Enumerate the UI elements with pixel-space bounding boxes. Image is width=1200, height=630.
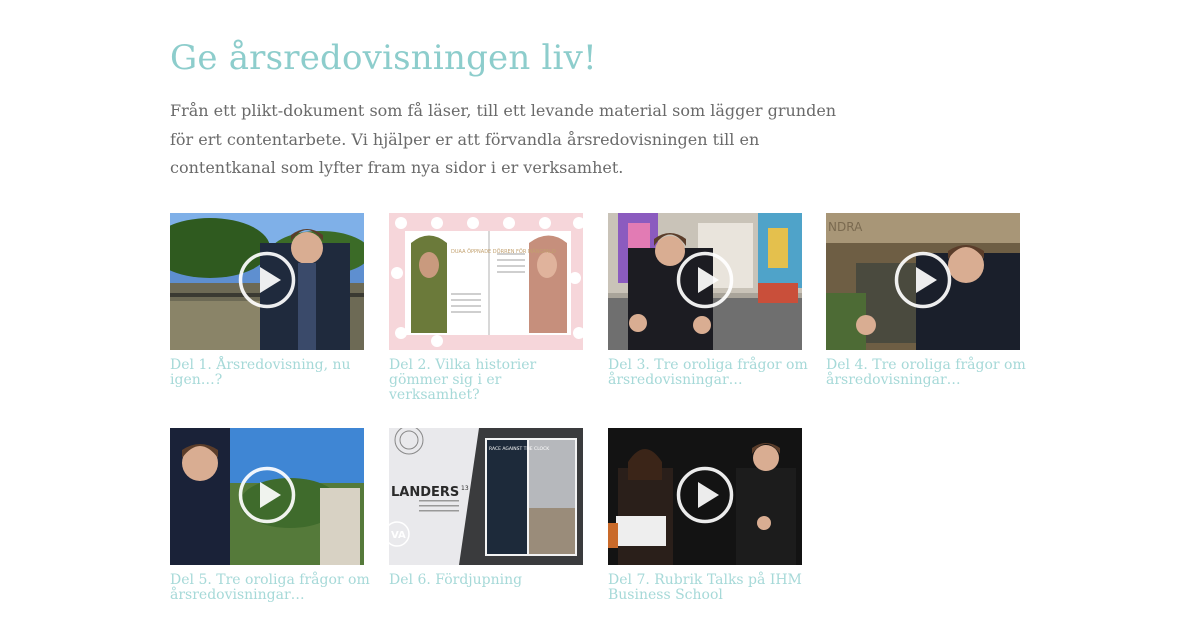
play-icon[interactable] (238, 466, 296, 524)
video-thumbnail-6[interactable]: VA LANDERS 13 RACE AGAINST THE CLOCK (389, 428, 583, 565)
video-title-1[interactable]: Del 1. Årsredovisning, nu igen…? (170, 358, 370, 388)
report-cover-number: 13 (461, 485, 469, 492)
video-thumbnail-4[interactable]: NDRA (826, 213, 1020, 350)
video-card-6[interactable]: VA LANDERS 13 RACE AGAINST THE CLOCK Del… (389, 428, 583, 588)
video-title-5[interactable]: Del 5. Tre oroliga frågor om årsredovisn… (170, 573, 370, 603)
report-spread-title: RACE AGAINST THE CLOCK (489, 446, 550, 452)
video-card-2[interactable]: DUAA ÖPPNADE DÖRREN FÖR MÅNGFALD Del 2. … (389, 213, 583, 403)
play-icon[interactable] (676, 251, 734, 309)
video-thumbnail-1[interactable] (170, 213, 364, 350)
page-title: Ge årsredovisningen liv! (170, 38, 597, 78)
video-card-1[interactable]: Del 1. Årsredovisning, nu igen…? (170, 213, 364, 388)
storefront-sign: NDRA (828, 220, 863, 234)
thumbnail-image-magazine-spread: DUAA ÖPPNADE DÖRREN FÖR MÅNGFALD (389, 213, 583, 350)
video-card-5[interactable]: Del 5. Tre oroliga frågor om årsredovisn… (170, 428, 370, 603)
magazine-headline: DUAA ÖPPNADE DÖRREN FÖR MÅNGFALD (451, 248, 556, 255)
video-title-7[interactable]: Del 7. Rubrik Talks på IHM Business Scho… (608, 573, 808, 603)
video-thumbnail-3[interactable] (608, 213, 802, 350)
video-title-2[interactable]: Del 2. Vilka historier gömmer sig i er v… (389, 358, 589, 403)
video-thumbnail-7[interactable] (608, 428, 802, 565)
report-cover-title: LANDERS (391, 485, 459, 500)
play-icon[interactable] (894, 251, 952, 309)
thumbnail-image-annual-report: VA LANDERS 13 RACE AGAINST THE CLOCK (389, 428, 583, 565)
video-title-4[interactable]: Del 4. Tre oroliga frågor om årsredovisn… (826, 358, 1026, 388)
video-title-3[interactable]: Del 3. Tre oroliga frågor om årsredovisn… (608, 358, 808, 388)
video-card-3[interactable]: Del 3. Tre oroliga frågor om årsredovisn… (608, 213, 808, 388)
play-icon[interactable] (676, 466, 734, 524)
video-title-6[interactable]: Del 6. Fördjupning (389, 573, 589, 588)
video-thumbnail-5[interactable] (170, 428, 364, 565)
video-card-7[interactable]: Del 7. Rubrik Talks på IHM Business Scho… (608, 428, 802, 603)
report-logo: VA (391, 530, 406, 541)
video-thumbnail-2[interactable]: DUAA ÖPPNADE DÖRREN FÖR MÅNGFALD (389, 213, 583, 350)
play-icon[interactable] (238, 251, 296, 309)
intro-text: Från ett plikt-dokument som få läser, ti… (170, 101, 837, 177)
video-card-4[interactable]: NDRA Del 4. Tre oroliga frågor om årsred… (826, 213, 1026, 388)
